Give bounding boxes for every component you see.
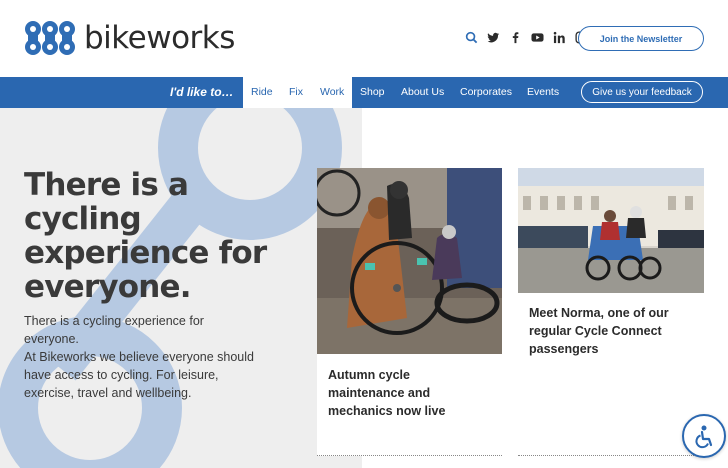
logo-text: bikeworks	[84, 20, 235, 56]
nav-item-about-us[interactable]: About Us	[401, 77, 444, 108]
news-card[interactable]: Autumn cycle maintenance and mechanics n…	[317, 168, 502, 456]
social-links	[464, 30, 588, 44]
nav-item-work[interactable]: Work	[320, 77, 344, 108]
nav-item-corporates[interactable]: Corporates	[460, 77, 512, 108]
card-image-cycle-connect[interactable]	[518, 168, 704, 293]
join-newsletter-button[interactable]: Join the Newsletter	[578, 26, 704, 51]
hero-title: There is a cycling experience for everyo…	[24, 167, 267, 305]
facebook-icon[interactable]	[508, 30, 522, 44]
site-header: bikeworks Join the Newsletter	[0, 0, 728, 77]
bikeworks-logo[interactable]: bikeworks	[24, 20, 235, 56]
card-title[interactable]: Autumn cycle maintenance and mechanics n…	[328, 366, 488, 420]
feedback-button[interactable]: Give us your feedback	[581, 81, 703, 103]
accessibility-icon	[695, 425, 713, 449]
news-card[interactable]: Meet Norma, one of our regular Cycle Con…	[518, 168, 704, 456]
bikeworks-logo-icon	[25, 21, 75, 55]
card-title[interactable]: Meet Norma, one of our regular Cycle Con…	[529, 304, 694, 358]
nav-prompt: I'd like to…	[170, 85, 234, 99]
hero-body-text: At Bikeworks we believe everyone should …	[24, 350, 254, 400]
nav-item-events[interactable]: Events	[527, 77, 559, 108]
main-nav: I'd like to… Ride Fix Work Shop About Us…	[0, 77, 728, 108]
nav-item-ride[interactable]: Ride	[251, 77, 273, 108]
search-icon[interactable]	[464, 30, 478, 44]
nav-item-fix[interactable]: Fix	[289, 77, 303, 108]
accessibility-button[interactable]	[682, 414, 726, 458]
hero-intro-text: There is a cycling experience for everyo…	[24, 314, 204, 346]
nav-item-shop[interactable]: Shop	[360, 77, 385, 108]
youtube-icon[interactable]	[530, 30, 544, 44]
linkedin-icon[interactable]	[552, 30, 566, 44]
twitter-icon[interactable]	[486, 30, 500, 44]
card-image-workshop[interactable]	[317, 168, 502, 354]
